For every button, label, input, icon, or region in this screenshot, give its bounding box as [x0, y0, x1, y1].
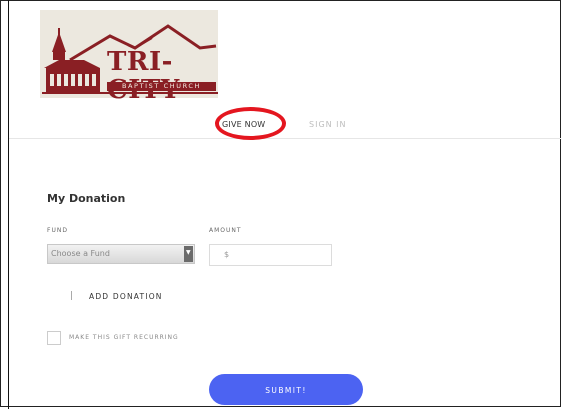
fund-select[interactable]: Choose a Fund ▼ [47, 244, 195, 264]
logo-title: TRI-CITY [107, 47, 179, 104]
chevron-down-icon[interactable]: ▼ [184, 246, 193, 262]
amount-input[interactable]: $ [209, 244, 332, 266]
logo-subtitle: BAPTIST CHURCH [121, 82, 202, 90]
recurring-checkbox[interactable] [47, 331, 61, 345]
add-donation-button[interactable]: ADD DONATION [89, 292, 163, 301]
nav-sign-in[interactable]: SIGN IN [309, 120, 347, 129]
section-title: My Donation [47, 192, 126, 205]
fund-select-value: Choose a Fund [51, 249, 110, 258]
submit-button[interactable]: SUBMIT! [209, 374, 363, 405]
recurring-label[interactable]: MAKE THIS GIFT RECURRING [69, 334, 179, 341]
amount-label: AMOUNT [209, 227, 242, 234]
amount-prefix: $ [224, 250, 230, 259]
church-logo[interactable]: TRI-CITY BAPTIST CHURCH [40, 10, 218, 104]
add-donation-marker [71, 291, 72, 300]
highlight-circle [215, 107, 286, 140]
frame-left-border [8, 0, 9, 409]
fund-label: FUND [47, 227, 68, 234]
